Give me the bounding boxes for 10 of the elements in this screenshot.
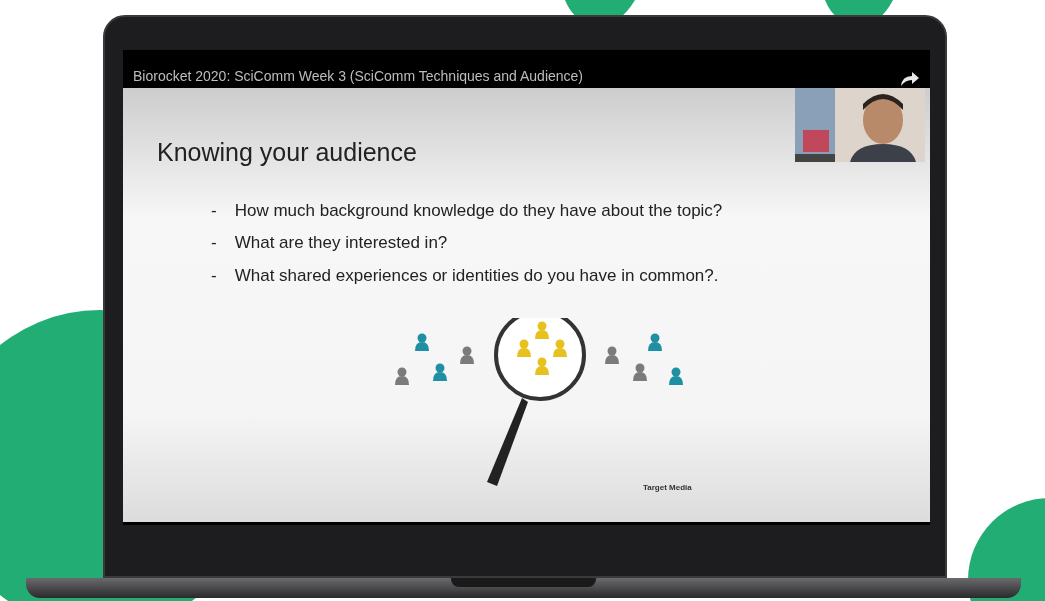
share-icon[interactable]	[900, 71, 920, 87]
bullet-mark: -	[211, 264, 217, 287]
video-title: Biorocket 2020: SciComm Week 3 (SciComm Techniques and Audience)	[133, 67, 584, 86]
bullet-text: How much background knowledge do they have about the topic?	[234, 199, 723, 222]
bullet-text: What shared experiences or identities do you have in common?.	[234, 264, 719, 287]
bullet-mark: -	[211, 232, 217, 254]
bullet-mark: -	[211, 199, 217, 222]
logo-text: Target Media	[643, 482, 692, 494]
slide-heading: Knowing your audience	[157, 137, 418, 168]
bullet-text: What are they interested in?	[234, 232, 448, 254]
